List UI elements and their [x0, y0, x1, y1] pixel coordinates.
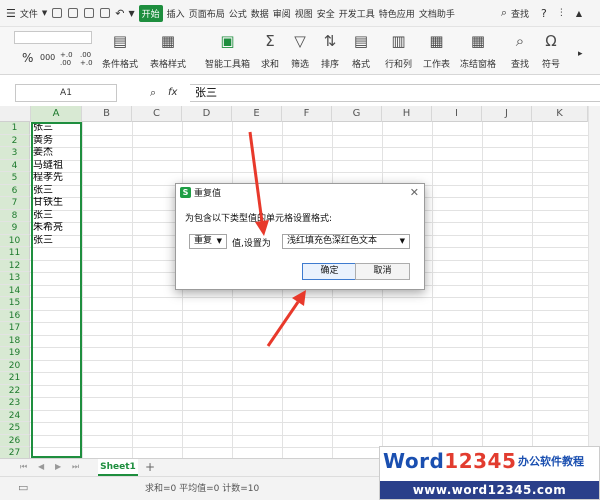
watermark-logo: Word12345 办公软件教程 www.word12345.com [379, 446, 600, 500]
annotation-arrow-down [248, 131, 306, 347]
watermark-url: www.word12345.com [380, 481, 599, 499]
watermark-tagline: 办公软件教程 [518, 455, 584, 468]
watermark-brand: Word12345 [383, 449, 517, 473]
